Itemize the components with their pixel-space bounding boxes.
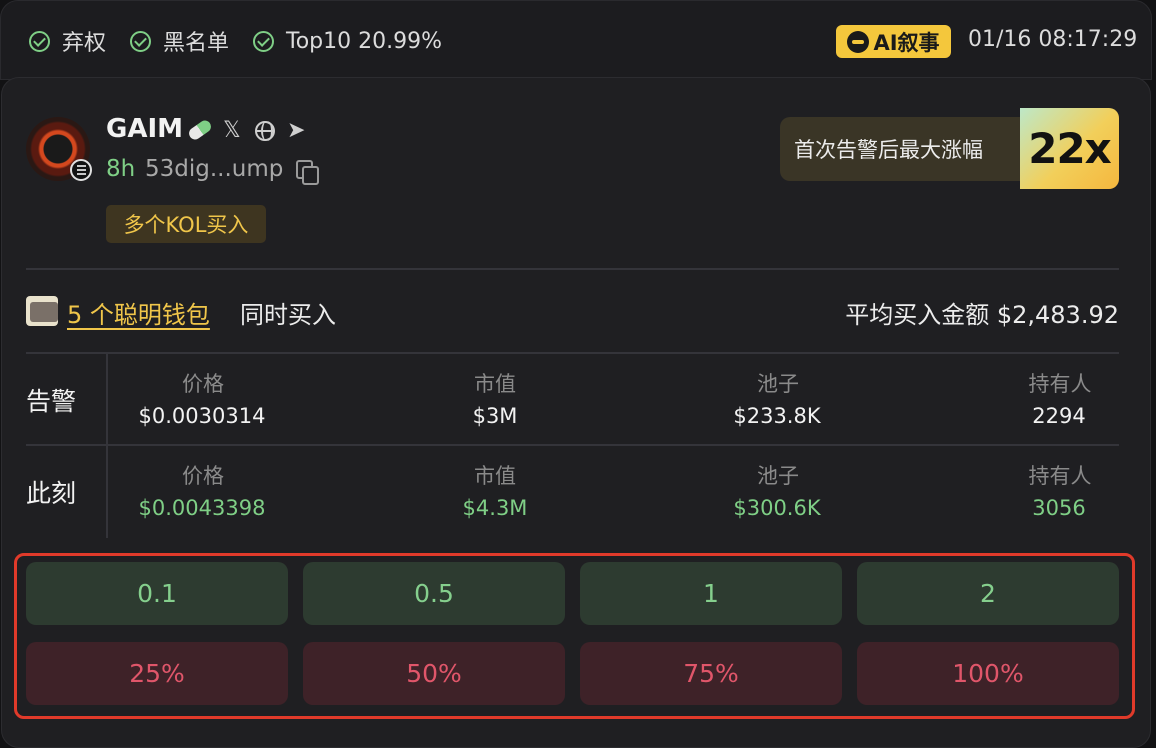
copy-icon[interactable] bbox=[296, 160, 319, 185]
divider bbox=[26, 268, 1119, 270]
buy-button-2[interactable]: 2 bbox=[857, 562, 1119, 625]
average-buy-amount: 平均买入金额 $2,483.92 bbox=[845, 301, 1119, 329]
sell-button-25[interactable]: 25% bbox=[26, 642, 288, 705]
sell-button-75[interactable]: 75% bbox=[580, 642, 842, 705]
ai-badge-label: AI叙事 bbox=[873, 30, 940, 55]
timestamp: 01/16 08:17:29 bbox=[968, 27, 1138, 52]
token-age: 8h bbox=[106, 156, 136, 182]
flag-label: Top10 20.99% bbox=[286, 28, 442, 54]
flag-label: 弃权 bbox=[62, 31, 107, 56]
blacklist-flag: 黑名单 bbox=[130, 26, 229, 56]
now-marketcap: $4.3M bbox=[462, 496, 528, 520]
row-label-alert: 告警 bbox=[26, 387, 77, 416]
telegram-icon[interactable]: ➤ bbox=[287, 118, 305, 143]
alert-marketcap: $3M bbox=[472, 404, 518, 428]
column-header-marketcap: 市值 bbox=[474, 372, 516, 396]
buy-button-0.1[interactable]: 0.1 bbox=[26, 562, 288, 625]
buy-button-1[interactable]: 1 bbox=[580, 562, 842, 625]
robot-icon bbox=[847, 30, 870, 53]
top10-flag: Top10 20.99% bbox=[253, 26, 442, 56]
column-header-pool: 池子 bbox=[757, 464, 799, 488]
kol-tag: 多个KOL买入 bbox=[106, 205, 266, 243]
alert-price: $0.0030314 bbox=[138, 404, 266, 428]
divider bbox=[26, 352, 1119, 354]
now-holders: 3056 bbox=[1032, 496, 1086, 520]
column-header-marketcap: 市值 bbox=[474, 464, 516, 488]
max-gain-label: 首次告警后最大涨幅 bbox=[780, 117, 1040, 181]
column-header-price: 价格 bbox=[182, 372, 224, 396]
now-price: $0.0043398 bbox=[138, 496, 266, 520]
token-address: 53dig...ump bbox=[145, 156, 284, 182]
x-icon[interactable]: 𝕏 bbox=[223, 118, 241, 143]
column-header-holders: 持有人 bbox=[1028, 464, 1092, 488]
max-gain-value: 22x bbox=[1020, 108, 1119, 189]
column-divider bbox=[106, 446, 108, 538]
token-name: GAIM bbox=[106, 114, 184, 144]
check-circle-icon bbox=[253, 30, 274, 52]
row-label-now: 此刻 bbox=[26, 479, 77, 508]
column-divider bbox=[106, 353, 108, 445]
column-header-holders: 持有人 bbox=[1028, 372, 1092, 396]
check-circle-icon bbox=[130, 30, 151, 52]
check-circle-icon bbox=[29, 30, 50, 52]
smart-wallets-suffix: 同时买入 bbox=[240, 301, 336, 329]
flag-label: 黑名单 bbox=[163, 31, 230, 56]
renounced-flag: 弃权 bbox=[29, 26, 106, 56]
sell-button-50[interactable]: 50% bbox=[303, 642, 565, 705]
column-header-price: 价格 bbox=[182, 464, 224, 488]
solana-chain-icon bbox=[70, 159, 92, 181]
divider bbox=[26, 444, 1119, 446]
sell-button-100[interactable]: 100% bbox=[857, 642, 1119, 705]
alert-holders: 2294 bbox=[1032, 404, 1086, 428]
buy-button-0.5[interactable]: 0.5 bbox=[303, 562, 565, 625]
smart-wallets-link[interactable]: 5 个聪明钱包 bbox=[67, 295, 210, 330]
status-bar: 弃权 黑名单 Top10 20.99% AI叙事 01/16 08:17:29 bbox=[0, 0, 1152, 80]
globe-icon[interactable] bbox=[255, 121, 275, 141]
now-pool: $300.6K bbox=[733, 496, 821, 520]
column-header-pool: 池子 bbox=[757, 372, 799, 396]
alert-pool: $233.8K bbox=[733, 404, 821, 428]
wallet-icon bbox=[26, 296, 58, 326]
ai-narrative-badge[interactable]: AI叙事 bbox=[836, 25, 951, 58]
